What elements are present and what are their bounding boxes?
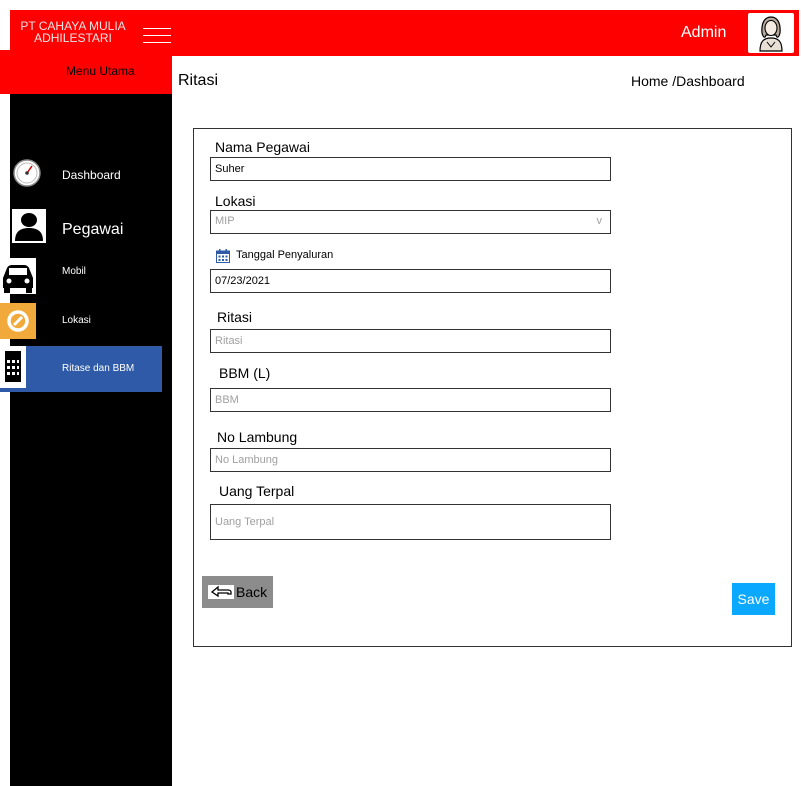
person-icon	[12, 209, 46, 243]
ritasi-input[interactable]	[210, 329, 611, 353]
sidebar-item-dashboard[interactable]: Dashboard	[0, 150, 162, 198]
nama-pegawai-label: Nama Pegawai	[215, 139, 310, 155]
back-button-label: Back	[236, 584, 268, 600]
tanggal-input[interactable]	[210, 269, 611, 293]
lokasi-label: Lokasi	[215, 193, 256, 209]
sidebar-menu-header: Menu Utama	[0, 50, 172, 94]
calendar-icon	[0, 346, 26, 388]
sidebar-item-ritase-dan-bbm[interactable]: Ritase dan BBM	[0, 346, 162, 392]
no-lambung-label: No Lambung	[217, 429, 298, 445]
chevron-down-icon: v	[596, 215, 603, 227]
tanggal-label: Tanggal Penyaluran	[236, 249, 334, 261]
ritasi-label: Ritasi	[217, 309, 253, 325]
sidebar-menu-title: Menu Utama	[66, 64, 135, 78]
sidebar-item-label: Dashboard	[62, 168, 121, 182]
no-lambung-input[interactable]	[210, 448, 611, 472]
sidebar-item-lokasi[interactable]: Lokasi	[0, 301, 162, 349]
user-avatar-icon	[759, 16, 783, 52]
lokasi-selected-value: MIP	[215, 215, 235, 227]
brand-name: PT CAHAYA MULIA ADHILESTARI	[20, 19, 126, 45]
car-icon	[0, 258, 36, 294]
save-button[interactable]: Save	[732, 583, 775, 615]
sidebar-item-label: Lokasi	[62, 315, 91, 326]
lokasi-select[interactable]: MIP v	[210, 210, 611, 234]
hamburger-menu-icon[interactable]	[143, 24, 171, 46]
sidebar-item-pegawai[interactable]: Pegawai	[0, 205, 162, 253]
uang-terpal-label: Uang Terpal	[219, 483, 295, 499]
breadcrumb[interactable]: Home /Dashboard	[631, 73, 745, 89]
user-name[interactable]: Admin	[681, 24, 726, 42]
nama-pegawai-input[interactable]	[210, 157, 611, 181]
calendar-icon[interactable]	[216, 249, 230, 263]
speedometer-icon	[13, 159, 41, 187]
bbm-label: BBM (L)	[219, 365, 271, 381]
uang-terpal-input[interactable]	[210, 504, 611, 540]
sidebar-item-label: Pegawai	[62, 221, 124, 238]
back-button[interactable]: Back	[202, 576, 273, 608]
bbm-input[interactable]	[210, 388, 611, 412]
back-arrow-icon	[208, 585, 234, 599]
avatar[interactable]	[748, 13, 794, 53]
sidebar-item-label: Ritase dan BBM	[62, 363, 135, 374]
sidebar-item-label: Mobil	[62, 266, 86, 277]
sidebar-item-mobil[interactable]: Mobil	[0, 254, 162, 302]
location-icon	[0, 303, 36, 339]
page-title: Ritasi	[178, 72, 219, 89]
